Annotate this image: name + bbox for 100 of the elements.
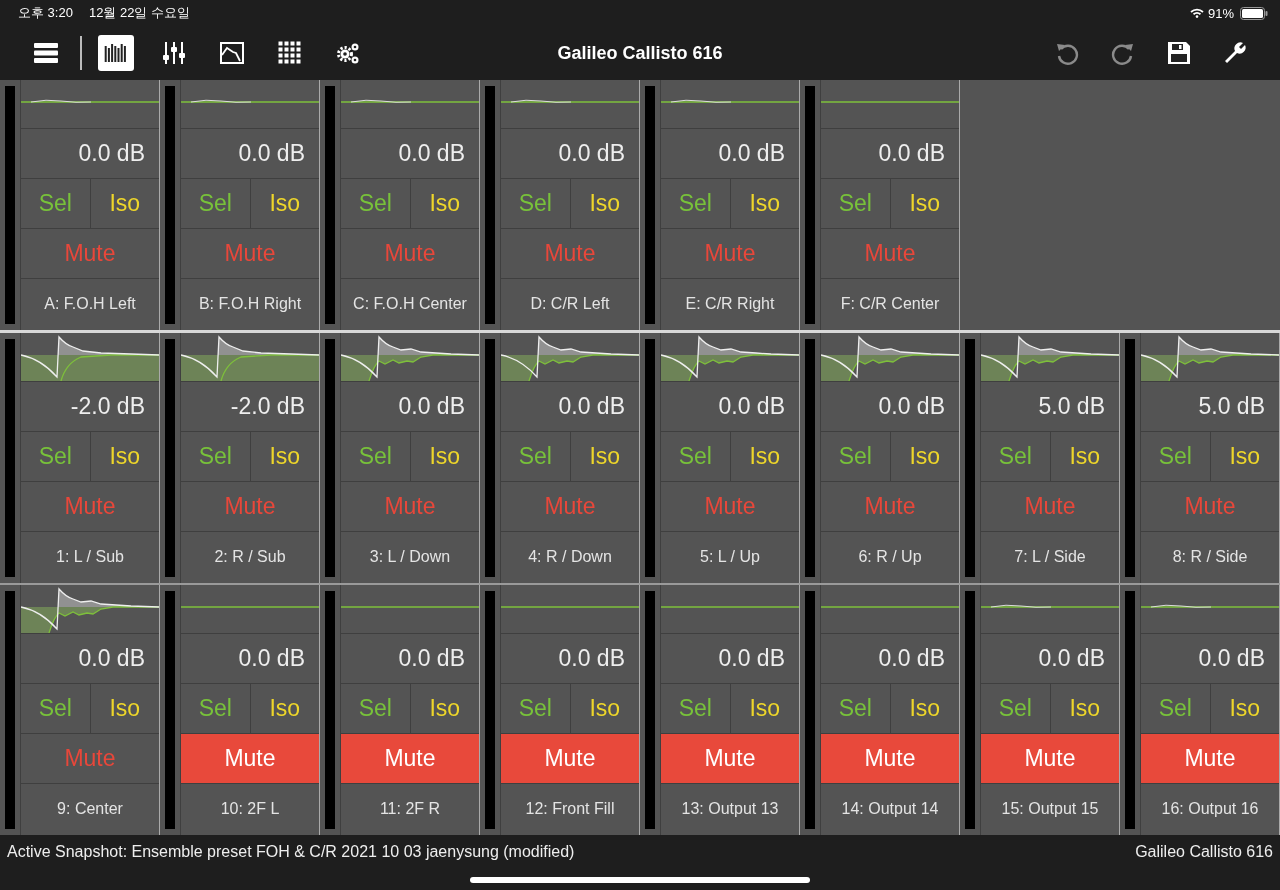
isolate-button[interactable]: Iso	[250, 684, 319, 733]
select-button[interactable]: Sel	[661, 432, 731, 481]
channel-name: B: F.O.H Right	[197, 293, 303, 314]
isolate-button[interactable]: Iso	[890, 684, 959, 733]
channel-name: 15: Output 15	[1000, 798, 1100, 819]
isolate-button[interactable]: Iso	[1210, 432, 1279, 481]
gain-value[interactable]: 0.0 dB	[661, 382, 799, 432]
gain-value[interactable]: 0.0 dB	[341, 129, 479, 179]
channel-name: 6: R / Up	[857, 546, 923, 567]
isolate-button[interactable]: Iso	[250, 432, 319, 481]
select-button[interactable]: Sel	[181, 432, 251, 481]
mute-button[interactable]: Mute	[501, 734, 639, 784]
select-button[interactable]: Sel	[181, 179, 251, 228]
mute-button[interactable]: Mute	[1141, 734, 1279, 784]
channel-name: 10: 2F L	[219, 798, 281, 819]
gain-value[interactable]: 5.0 dB	[981, 382, 1119, 432]
channel-name: 7: L / Side	[1013, 546, 1087, 567]
select-button[interactable]: Sel	[341, 684, 411, 733]
battery-icon	[1240, 6, 1268, 20]
gain-value[interactable]: 0.0 dB	[21, 129, 159, 179]
gain-value[interactable]: 5.0 dB	[1141, 382, 1279, 432]
gain-value[interactable]: 0.0 dB	[181, 129, 319, 179]
gain-value[interactable]: 0.0 dB	[501, 634, 639, 684]
channel-name: 11: 2F R	[378, 798, 442, 819]
gain-value[interactable]: 0.0 dB	[21, 634, 159, 684]
isolate-button[interactable]: Iso	[90, 179, 159, 228]
gain-value[interactable]: 0.0 dB	[661, 634, 799, 684]
isolate-button[interactable]: Iso	[730, 179, 799, 228]
select-button[interactable]: Sel	[821, 432, 891, 481]
isolate-button[interactable]: Iso	[570, 179, 639, 228]
gain-value[interactable]: 0.0 dB	[1141, 634, 1279, 684]
gain-value[interactable]: 0.0 dB	[981, 634, 1119, 684]
gain-value[interactable]: -2.0 dB	[181, 382, 319, 432]
gain-value[interactable]: 0.0 dB	[341, 382, 479, 432]
channel-name: C: F.O.H Center	[352, 293, 468, 314]
select-button[interactable]: Sel	[501, 179, 571, 228]
gain-value[interactable]: -2.0 dB	[21, 382, 159, 432]
isolate-button[interactable]: Iso	[890, 432, 959, 481]
isolate-button[interactable]: Iso	[730, 432, 799, 481]
isolate-button[interactable]: Iso	[570, 684, 639, 733]
mute-button[interactable]: Mute	[981, 734, 1119, 784]
channel-name: 5: L / Up	[699, 546, 761, 567]
channel-name: 9: Center	[56, 798, 124, 819]
mute-button[interactable]: Mute	[341, 734, 479, 784]
isolate-button[interactable]: Iso	[250, 179, 319, 228]
gain-value[interactable]: 0.0 dB	[821, 634, 959, 684]
select-button[interactable]: Sel	[1141, 432, 1211, 481]
gain-value[interactable]: 0.0 dB	[501, 382, 639, 432]
device-name: Galileo Callisto 616	[1135, 843, 1273, 861]
select-button[interactable]: Sel	[501, 432, 571, 481]
isolate-button[interactable]: Iso	[730, 684, 799, 733]
channel-name: 4: R / Down	[527, 546, 613, 567]
select-button[interactable]: Sel	[661, 179, 731, 228]
gain-value[interactable]: 0.0 dB	[821, 382, 959, 432]
channel-name: A: F.O.H Left	[43, 293, 137, 314]
isolate-button[interactable]: Iso	[410, 432, 479, 481]
active-snapshot: Active Snapshot: Ensemble preset FOH & C/R 2021 10 03 jaenysung (modified)	[7, 843, 575, 861]
select-button[interactable]: Sel	[821, 684, 891, 733]
isolate-button[interactable]: Iso	[410, 179, 479, 228]
mute-button[interactable]: Mute	[661, 734, 799, 784]
isolate-button[interactable]: Iso	[570, 432, 639, 481]
gain-value[interactable]: 0.0 dB	[661, 129, 799, 179]
channel-name: 16: Output 16	[1160, 798, 1260, 819]
isolate-button[interactable]: Iso	[1210, 684, 1279, 733]
isolate-button[interactable]: Iso	[1050, 432, 1119, 481]
channel-name: E: C/R Right	[684, 293, 776, 314]
status-date: 12월 22일 수요일	[88, 4, 191, 22]
select-button[interactable]: Sel	[821, 179, 891, 228]
select-button[interactable]: Sel	[1141, 684, 1211, 733]
gain-value[interactable]: 0.0 dB	[341, 634, 479, 684]
select-button[interactable]: Sel	[981, 684, 1051, 733]
battery-percent: 91%	[1207, 5, 1234, 21]
select-button[interactable]: Sel	[181, 684, 251, 733]
mute-button[interactable]: Mute	[181, 734, 319, 784]
gain-value[interactable]: 0.0 dB	[501, 129, 639, 179]
save-icon	[1166, 40, 1192, 66]
select-button[interactable]: Sel	[661, 684, 731, 733]
gain-value[interactable]: 0.0 dB	[181, 634, 319, 684]
isolate-button[interactable]: Iso	[1050, 684, 1119, 733]
meters-tab[interactable]	[98, 35, 134, 71]
curve-icon	[219, 40, 245, 66]
select-button[interactable]: Sel	[21, 432, 91, 481]
isolate-button[interactable]: Iso	[410, 684, 479, 733]
select-button[interactable]: Sel	[21, 684, 91, 733]
select-button[interactable]: Sel	[981, 432, 1051, 481]
channel-name: 8: R / Side	[1171, 546, 1249, 567]
select-button[interactable]: Sel	[341, 432, 411, 481]
channel-name: 3: L / Down	[368, 546, 452, 567]
isolate-button[interactable]: Iso	[90, 684, 159, 733]
wifi-icon	[1189, 8, 1204, 18]
mute-button[interactable]: Mute	[821, 734, 959, 784]
select-button[interactable]: Sel	[501, 684, 571, 733]
select-button[interactable]: Sel	[341, 179, 411, 228]
grid-icon	[277, 40, 303, 66]
isolate-button[interactable]: Iso	[90, 432, 159, 481]
channel-name: 2: R / Sub	[213, 546, 287, 567]
isolate-button[interactable]: Iso	[890, 179, 959, 228]
device-title: Galileo Callisto 616	[556, 42, 724, 64]
select-button[interactable]: Sel	[21, 179, 91, 228]
gain-value[interactable]: 0.0 dB	[821, 129, 959, 179]
